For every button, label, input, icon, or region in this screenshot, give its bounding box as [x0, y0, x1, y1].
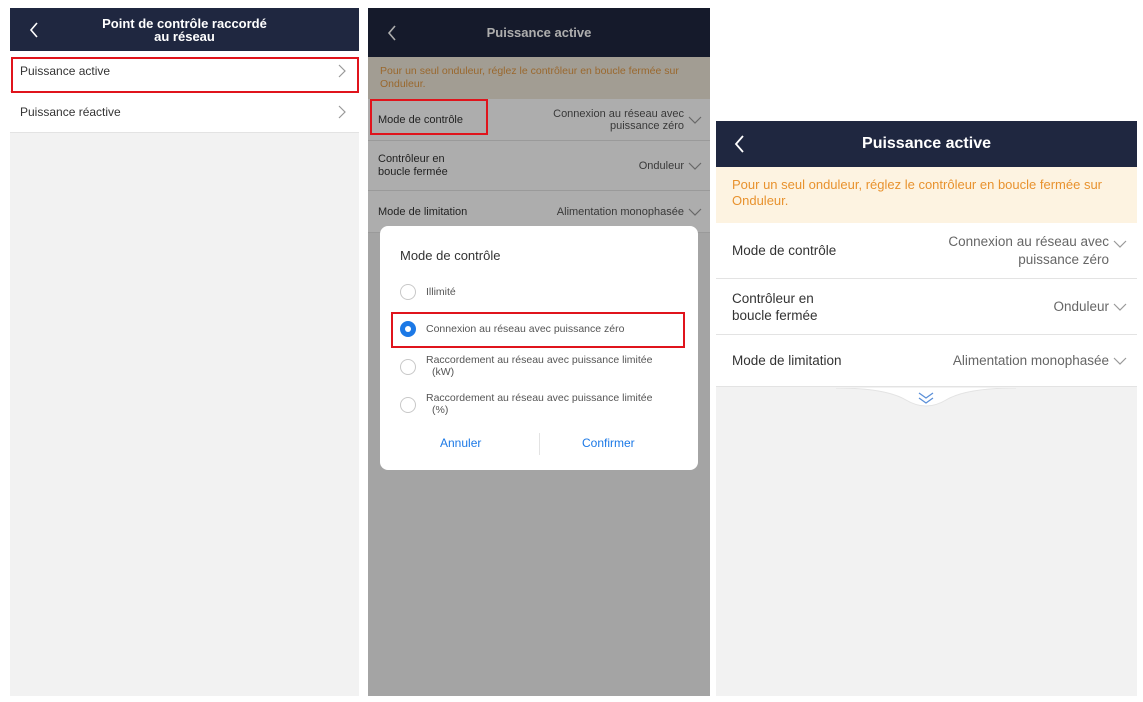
screen-grid-control-point: Point de contrôle raccordé au réseau Pui…: [10, 8, 359, 696]
chevron-down-icon: [1113, 357, 1127, 365]
value-line-1: Connexion au réseau avec: [948, 233, 1109, 249]
list-item-reactive-power[interactable]: Puissance réactive: [10, 92, 359, 133]
option-limited-kw[interactable]: Raccordement au réseau avec puissance li…: [400, 354, 652, 378]
value-line-2: puissance zéro: [1018, 251, 1109, 267]
chevron-right-icon: [338, 64, 346, 78]
back-button[interactable]: [24, 18, 44, 42]
label-line-1: Raccordement au réseau avec puissance li…: [426, 392, 653, 404]
title-line-1: Point de contrôle raccordé: [102, 15, 267, 31]
chevron-down-icon: [1113, 240, 1127, 248]
chevron-down-icon: [1113, 303, 1127, 311]
label-line-2: (%): [432, 404, 449, 416]
option-label: Illimité: [426, 286, 456, 298]
nav-bar: Puissance active: [716, 121, 1137, 167]
option-label: Raccordement au réseau avec puissance li…: [426, 354, 652, 378]
value-text: Onduleur: [1053, 299, 1109, 314]
label-line-2: boucle fermée: [732, 307, 818, 323]
page-title: Point de contrôle raccordé au réseau: [102, 17, 267, 43]
nav-bar: Point de contrôle raccordé au réseau: [10, 8, 359, 51]
list-item-active-power[interactable]: Puissance active: [10, 51, 359, 92]
back-button[interactable]: [730, 132, 750, 156]
expand-button[interactable]: [716, 387, 1137, 412]
chevron-right-icon: [338, 105, 346, 119]
label-line-1: Contrôleur en: [732, 290, 814, 306]
radio-button[interactable]: [400, 359, 416, 375]
label-line-2: (kW): [432, 366, 455, 378]
radio-button[interactable]: [400, 284, 416, 300]
page-title: Puissance active: [862, 135, 991, 152]
list-item-label: Puissance active: [20, 64, 111, 78]
option-zero-power[interactable]: Connexion au réseau avec puissance zéro: [400, 321, 624, 337]
row-limitation-mode[interactable]: Mode de limitation Alimentation monophas…: [716, 335, 1137, 387]
value-text: Alimentation monophasée: [952, 353, 1109, 368]
option-unlimited[interactable]: Illimité: [400, 284, 456, 300]
chevron-left-icon: [734, 135, 744, 153]
row-label: Contrôleur en boucle fermée: [732, 290, 818, 324]
option-label: Connexion au réseau avec puissance zéro: [426, 323, 625, 335]
option-limited-percent[interactable]: Raccordement au réseau avec puissance li…: [400, 392, 652, 416]
row-value: Alimentation monophasée: [953, 353, 1127, 368]
confirm-button[interactable]: Confirmer: [582, 436, 635, 450]
screen-active-power-dialog: Puissance active Pour un seul onduleur, …: [368, 8, 710, 696]
radio-button[interactable]: [400, 397, 416, 413]
screen-active-power: Puissance active Pour un seul onduleur, …: [716, 121, 1137, 696]
row-control-mode[interactable]: Mode de contrôle Connexion au réseau ave…: [716, 223, 1137, 279]
row-label: Mode de contrôle: [732, 243, 837, 258]
notice-banner: Pour un seul onduleur, réglez le contrôl…: [716, 167, 1137, 223]
cancel-button[interactable]: Annuler: [440, 436, 481, 450]
row-label: Mode de limitation: [732, 353, 842, 368]
control-mode-dialog: Mode de contrôle Illimité Connexion au r…: [380, 226, 698, 470]
row-value: Connexion au réseau avec puissance zéro: [948, 233, 1127, 269]
label-line-1: Raccordement au réseau avec puissance li…: [426, 354, 653, 366]
radio-button-selected[interactable]: [400, 321, 416, 337]
double-chevron-down-icon: [835, 387, 1017, 407]
chevron-left-icon: [29, 21, 38, 38]
row-value: Onduleur: [1053, 299, 1127, 314]
dialog-title: Mode de contrôle: [400, 248, 501, 263]
button-divider: [539, 433, 540, 455]
title-line-2: au réseau: [154, 28, 215, 44]
option-label: Raccordement au réseau avec puissance li…: [426, 392, 652, 416]
list-item-label: Puissance réactive: [20, 105, 121, 119]
row-closed-loop-controller[interactable]: Contrôleur en boucle fermée Onduleur: [716, 279, 1137, 335]
